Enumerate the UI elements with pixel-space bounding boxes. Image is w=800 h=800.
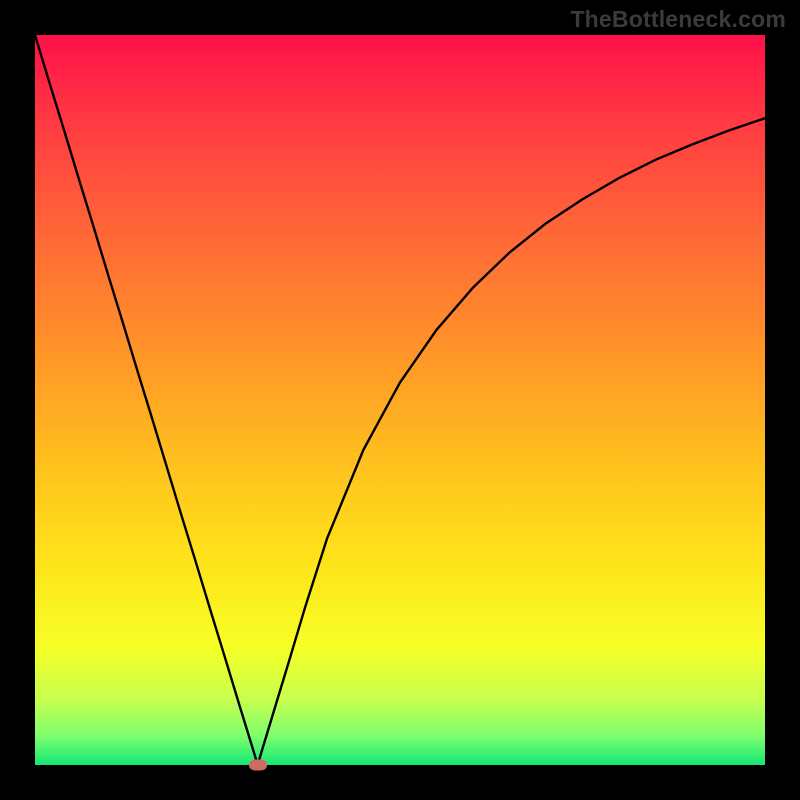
plot-area [35,35,765,765]
chart-frame: TheBottleneck.com [0,0,800,800]
minimum-marker [249,760,267,771]
watermark-text: TheBottleneck.com [570,6,786,33]
curve-path [35,35,765,765]
bottleneck-curve [35,35,765,765]
